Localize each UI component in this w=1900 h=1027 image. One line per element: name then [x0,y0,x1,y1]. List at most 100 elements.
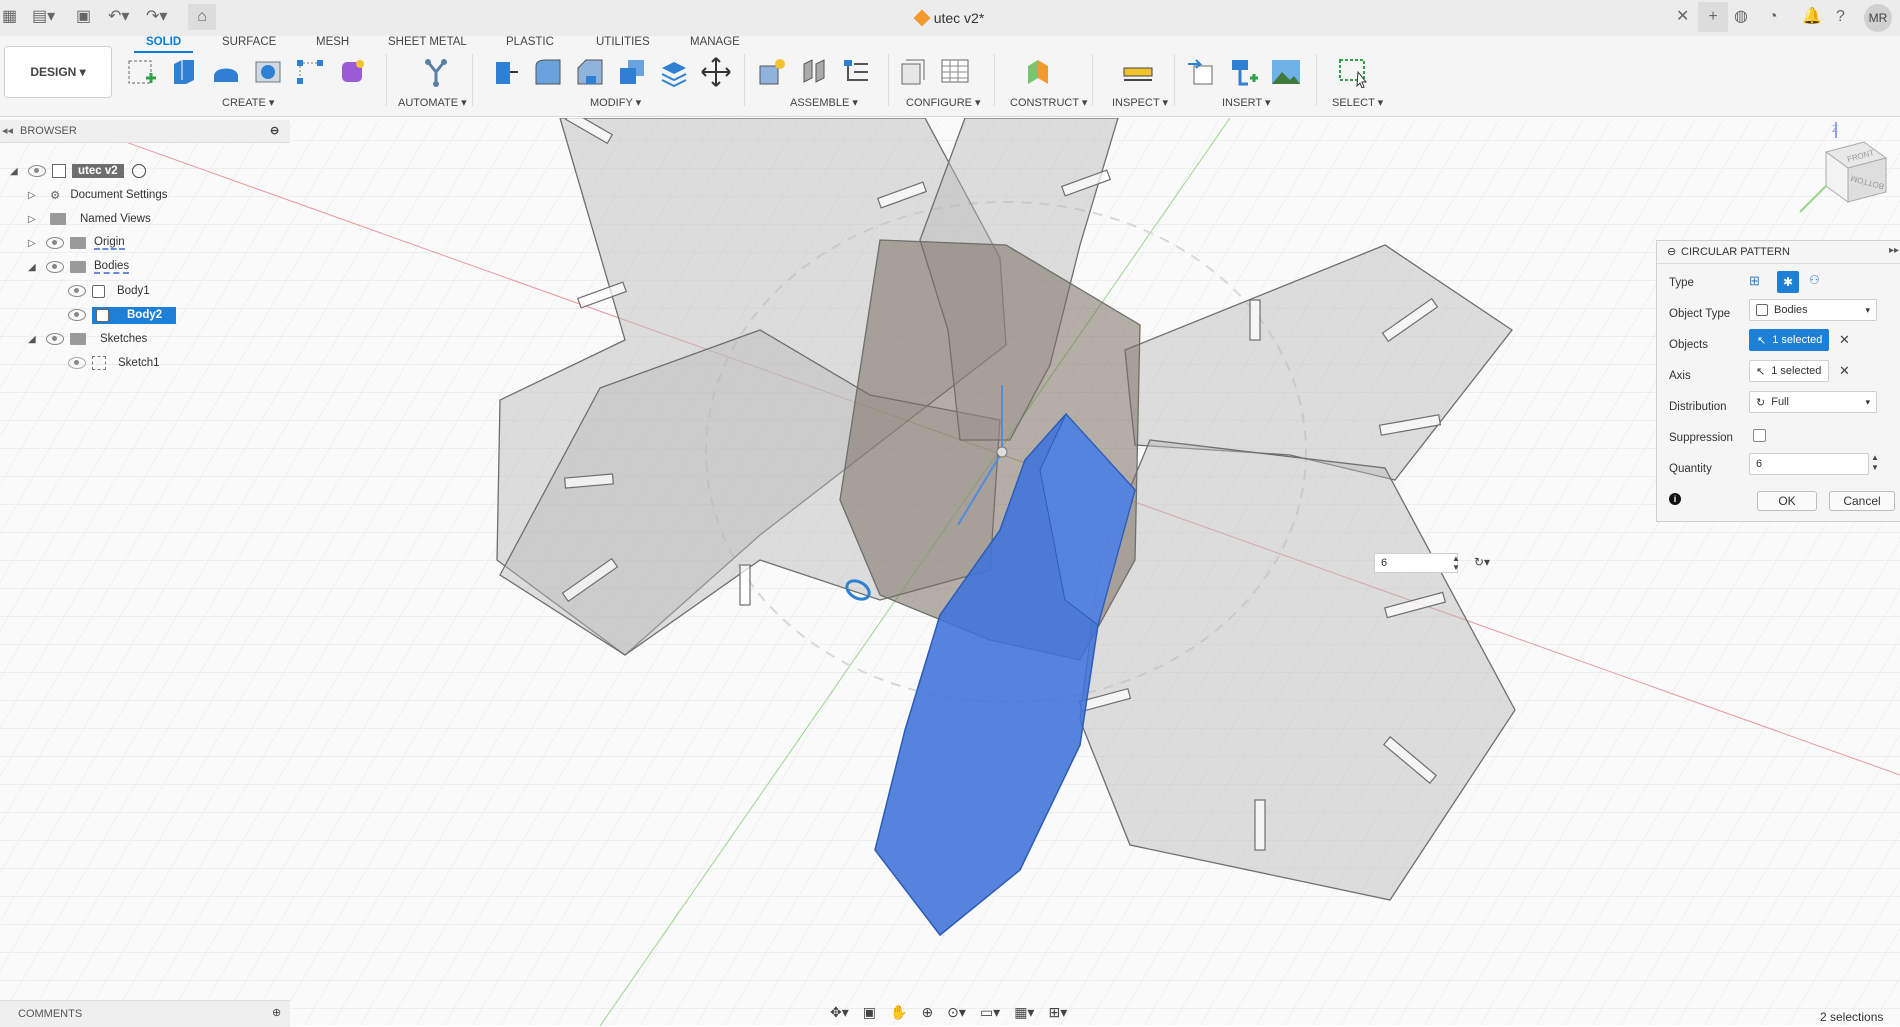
hidden-icon[interactable] [68,357,86,369]
canvas-quantity-stepper[interactable]: ▲ ▼ [1452,554,1460,572]
distribution-select[interactable]: ↻ Full ▾ [1749,391,1877,413]
configure-table-icon[interactable] [940,56,972,88]
add-comment-icon[interactable]: ⊕ [272,1006,281,1019]
tab-utilities[interactable]: UTILITIES [596,36,650,48]
type-features-icon[interactable]: ⊞ [1749,273,1767,291]
help-icon[interactable]: ? [1836,8,1845,26]
axis-selection[interactable]: ↖ 1 selected [1749,360,1829,382]
notifications-icon[interactable]: 🔔 [1802,8,1822,26]
group-modify[interactable]: MODIFY ▾ [590,96,641,109]
visibility-icon[interactable] [28,165,46,177]
group-automate[interactable]: AUTOMATE ▾ [398,96,467,109]
pattern-icon[interactable] [294,56,326,88]
extensions-icon[interactable]: ◍ [1734,8,1748,26]
chamfer-icon[interactable] [574,56,606,88]
form-icon[interactable] [336,56,368,88]
clear-axis-icon[interactable]: ✕ [1839,363,1850,379]
insert-component-icon[interactable] [1228,56,1260,88]
user-avatar[interactable]: MR [1864,4,1892,32]
tree-item-root[interactable]: ◢ utec v2 [10,160,146,182]
objects-selection[interactable]: ↖ 1 selected [1749,329,1829,351]
visibility-icon[interactable] [68,309,86,321]
clear-objects-icon[interactable]: ✕ [1839,332,1850,348]
fit-icon[interactable]: ⊙▾ [947,1004,966,1021]
tree-item-sketch1[interactable]: Sketch1 [64,352,160,374]
workspace-switcher-button[interactable]: DESIGN ▾ [4,46,112,98]
canvas-quantity-input[interactable]: 6 [1374,553,1458,573]
extrude-icon[interactable] [168,56,200,88]
expand-icon[interactable]: ◢ [10,166,24,177]
tree-item-origin[interactable]: ▷ Origin [28,232,125,254]
new-tab-icon[interactable]: + [1698,2,1728,32]
tab-mesh[interactable]: MESH [316,36,349,48]
pan-icon[interactable]: ✋ [890,1004,907,1021]
quantity-input[interactable]: 6 [1749,453,1869,475]
collapse-icon[interactable]: ⊖ [1667,245,1676,258]
group-create[interactable]: CREATE ▾ [222,96,274,109]
insert-derive-icon[interactable] [1186,56,1218,88]
object-type-select[interactable]: Bodies ▾ [1749,299,1877,321]
close-tab-icon[interactable]: ✕ [1676,8,1689,26]
revolve-icon[interactable] [210,56,242,88]
create-sketch-icon[interactable] [126,56,158,88]
tab-sheet-metal[interactable]: SHEET METAL [388,36,467,48]
hole-icon[interactable] [252,56,284,88]
measure-icon[interactable] [1122,56,1154,88]
joint-icon[interactable] [798,56,830,88]
tab-solid[interactable]: SOLID [133,36,194,53]
expand-icon[interactable]: ▷ [28,190,42,201]
suppression-checkbox[interactable] [1753,429,1766,442]
view-cube[interactable]: Z FRONT BOTTOM [1796,122,1896,222]
group-assemble[interactable]: ASSEMBLE ▾ [790,96,858,109]
shell-icon[interactable] [658,56,690,88]
tree-item-bodies[interactable]: ◢ Bodies [28,256,130,278]
construct-plane-icon[interactable] [1022,56,1054,88]
configure-icon[interactable] [898,56,930,88]
group-configure[interactable]: CONFIGURE ▾ [906,96,981,109]
visibility-icon[interactable] [46,237,64,249]
tree-item-sketches[interactable]: ◢ Sketches [28,328,147,350]
automate-icon[interactable] [420,56,452,88]
expand-icon[interactable]: ▷ [28,238,42,249]
quantity-stepper[interactable]: ▲ ▼ [1871,453,1879,473]
new-component-icon[interactable] [756,56,788,88]
tree-item-body2[interactable]: Body2 [64,304,177,326]
fillet-icon[interactable] [532,56,564,88]
tab-manage[interactable]: MANAGE [690,36,740,48]
orbit-icon[interactable]: ✥▾ [830,1004,849,1021]
viewports-icon[interactable]: ⊞▾ [1048,1004,1067,1021]
assemble-table-icon[interactable] [840,56,872,88]
cancel-button[interactable]: Cancel [1829,491,1895,511]
expand-icon[interactable]: ▷ [28,214,42,225]
combine-icon[interactable] [616,56,648,88]
document-tab[interactable]: utec v2* [0,9,1900,27]
tree-item-document-settings[interactable]: ▷ ⚙ Document Settings [28,184,167,206]
canvas-distribution-dropdown-icon[interactable]: ↻▾ [1474,555,1490,569]
group-insert[interactable]: INSERT ▾ [1222,96,1271,109]
move-icon[interactable] [700,56,732,88]
grid-settings-icon[interactable]: ▦▾ [1014,1004,1034,1021]
job-status-icon[interactable]: ◔ [1768,8,1778,26]
info-icon[interactable]: i [1669,493,1681,505]
tree-item-body1[interactable]: Body1 [64,280,150,302]
group-inspect[interactable]: INSPECT ▾ [1112,96,1168,109]
select-icon[interactable] [1338,56,1370,88]
expand-dialog-icon[interactable]: ▸▸ [1889,245,1899,256]
expand-icon[interactable]: ◢ [28,334,42,345]
insert-canvas-icon[interactable] [1270,56,1302,88]
visibility-icon[interactable] [46,261,64,273]
tree-item-named-views[interactable]: ▷ Named Views [28,208,151,230]
zoom-icon[interactable]: ⊕ [921,1004,933,1021]
browser-options-icon[interactable]: ⊖ [270,124,279,137]
tab-surface[interactable]: SURFACE [222,36,276,48]
collapse-panel-icon[interactable]: ◂◂ [2,124,13,137]
look-at-icon[interactable]: ▣ [863,1004,876,1021]
activate-icon[interactable] [131,164,146,178]
display-settings-icon[interactable]: ▭▾ [980,1004,1000,1021]
press-pull-icon[interactable] [490,56,522,88]
group-select[interactable]: SELECT ▾ [1332,96,1383,109]
group-construct[interactable]: CONSTRUCT ▾ [1010,96,1087,109]
visibility-icon[interactable] [68,285,86,297]
tab-plastic[interactable]: PLASTIC [506,36,554,48]
type-components-icon[interactable]: ⚇ [1809,273,1827,291]
